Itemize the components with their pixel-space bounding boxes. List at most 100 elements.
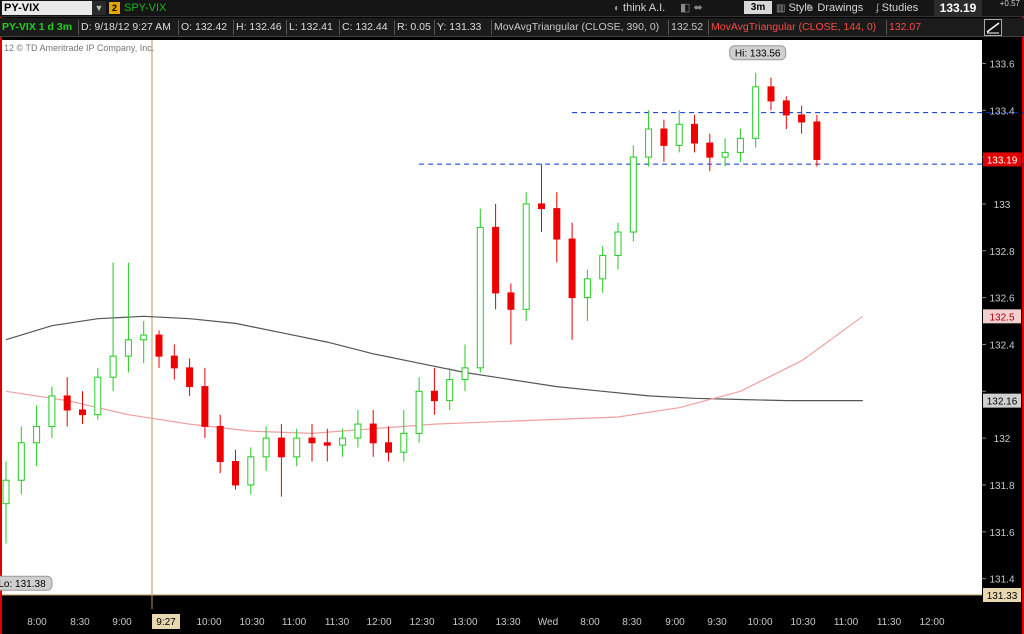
price-tag-text: 133.19 [987,155,1018,166]
x-tick-label: 12:00 [919,617,944,628]
drawings-button[interactable]: ✎ Drawings [806,1,863,16]
candle-body [583,278,591,299]
candle-body [140,334,148,341]
x-tick-label: 8:00 [580,617,600,628]
candle-body [415,390,423,434]
candle-body [568,238,576,299]
study1-value: 132.52 [668,20,708,35]
toolbar-arrows[interactable]: ◧ ⬌ [680,1,703,15]
candle-body [660,128,668,146]
study1-name[interactable]: MovAvgTriangular (CLOSE, 390, 0) [491,20,668,35]
candle-body [33,425,41,444]
x-tick-label: 11:00 [282,617,307,628]
x-tick-label: 10:30 [239,617,264,628]
drawings-label: Drawings [817,2,864,14]
bar-low: L: 132.41 [286,20,339,35]
candle-body [645,128,653,158]
x-tick-label: 9:30 [707,617,727,628]
style-icon: ▥ [776,3,786,14]
x-tick-label: 9:00 [112,617,132,628]
price-tag-ma144: 132.5 [983,309,1021,324]
x-tick-label: 11:30 [325,617,350,628]
studies-icon: ʄ [876,3,879,14]
candle-body [155,334,163,357]
candle-body [247,456,255,486]
x-tick-label: 10:30 [790,617,815,628]
candle-body [675,123,683,146]
candle-body [323,442,331,446]
high-label-text: Hi: 133.56 [735,48,781,59]
candle-body [798,114,806,123]
candle-body [109,355,117,378]
pencil-icon: ✎ [806,3,815,14]
candle-body [476,226,484,369]
x-tick-label: 12:30 [409,617,434,628]
candle-body [538,203,545,210]
candle-body [430,390,438,402]
candle-body [17,442,25,481]
y-tick-label: 132.4 [989,340,1014,351]
plot-area[interactable] [2,40,982,595]
candle-body [385,442,392,453]
price-tag-text: 132.5 [989,312,1014,323]
candle-body [262,437,270,458]
candle-body [170,355,178,369]
copyright-text: 12 © TD Ameritrade IP Company, Inc. [4,43,154,53]
symbol-dropdown-icon[interactable]: ▼ [92,1,106,15]
chart-settings-icon[interactable] [984,19,1002,36]
y-tick-label: 132.6 [989,294,1014,305]
chart-title: PY-VIX 1 d 3m [2,21,73,33]
aggregation-button[interactable]: 3m [744,1,772,14]
candle-body [782,100,790,116]
x-tick-label: 8:00 [27,617,47,628]
net-change: +0.57 [999,0,1020,8]
x-tick-label: 8:30 [622,617,642,628]
think-ai-label: think A.I. [623,2,666,14]
candle-body [522,203,530,310]
studies-label: Studies [881,2,919,14]
candle-body [94,376,102,416]
candle-body [2,479,10,505]
x-tick-label: 10:00 [747,617,772,628]
candle-body [293,437,301,458]
study2-name[interactable]: MovAvgTriangular (CLOSE, 144, 0) [708,20,886,35]
candle-body [752,86,760,139]
bar-range: R: 0.05 [394,20,434,35]
candle-body [63,395,71,411]
x-tick-label: 12:00 [366,617,391,628]
candle-body [201,386,209,427]
price-chart[interactable]: Hi: 133.56 Lo: 131.38 131.4 131.6 131.8 132 1… [0,37,1024,634]
bar-close: C: 132.44 [339,20,394,35]
candle-body [507,292,515,310]
y-tick-label: 131.4 [989,575,1014,586]
candle-body [706,142,714,158]
x-tick-label: Wed [538,617,558,628]
studies-button[interactable]: ʄ Studies [876,1,918,16]
symbol-input[interactable]: PY-VIX [2,1,92,15]
price-tag-cursor: 131.33 [983,588,1021,602]
high-label: Hi: 133.56 [729,45,787,61]
candle-body [767,86,775,102]
chart-data-bar: PY-VIX 1 d 3m D: 9/18/12 9:27 AM O: 132.… [0,18,1024,37]
candle-body [400,432,408,453]
price-tag-ma390: 132.16 [983,393,1021,408]
x-tick-label: 13:00 [452,617,477,628]
x-tick-label: 10:00 [196,617,221,628]
bar-high: H: 132.46 [233,20,286,35]
candle-body [492,226,500,294]
candle-body [629,156,637,233]
y-tick-label: 133.4 [989,106,1014,117]
study2-value: 132.07 [886,20,930,35]
x-tick-label: 11:00 [834,617,859,628]
candle-body [446,379,454,402]
candle-body [813,121,821,160]
candle-body [736,137,744,153]
candle-body [553,208,561,240]
think-ai-button[interactable]: ◐ think A.I. [614,1,665,16]
candle-body [614,231,622,256]
y-tick-label: 132.8 [989,247,1014,258]
candle-body [124,339,132,357]
x-tick-label: 9:00 [665,617,685,628]
candle-body [369,423,377,444]
link-group-badge[interactable]: 2 [109,2,120,14]
